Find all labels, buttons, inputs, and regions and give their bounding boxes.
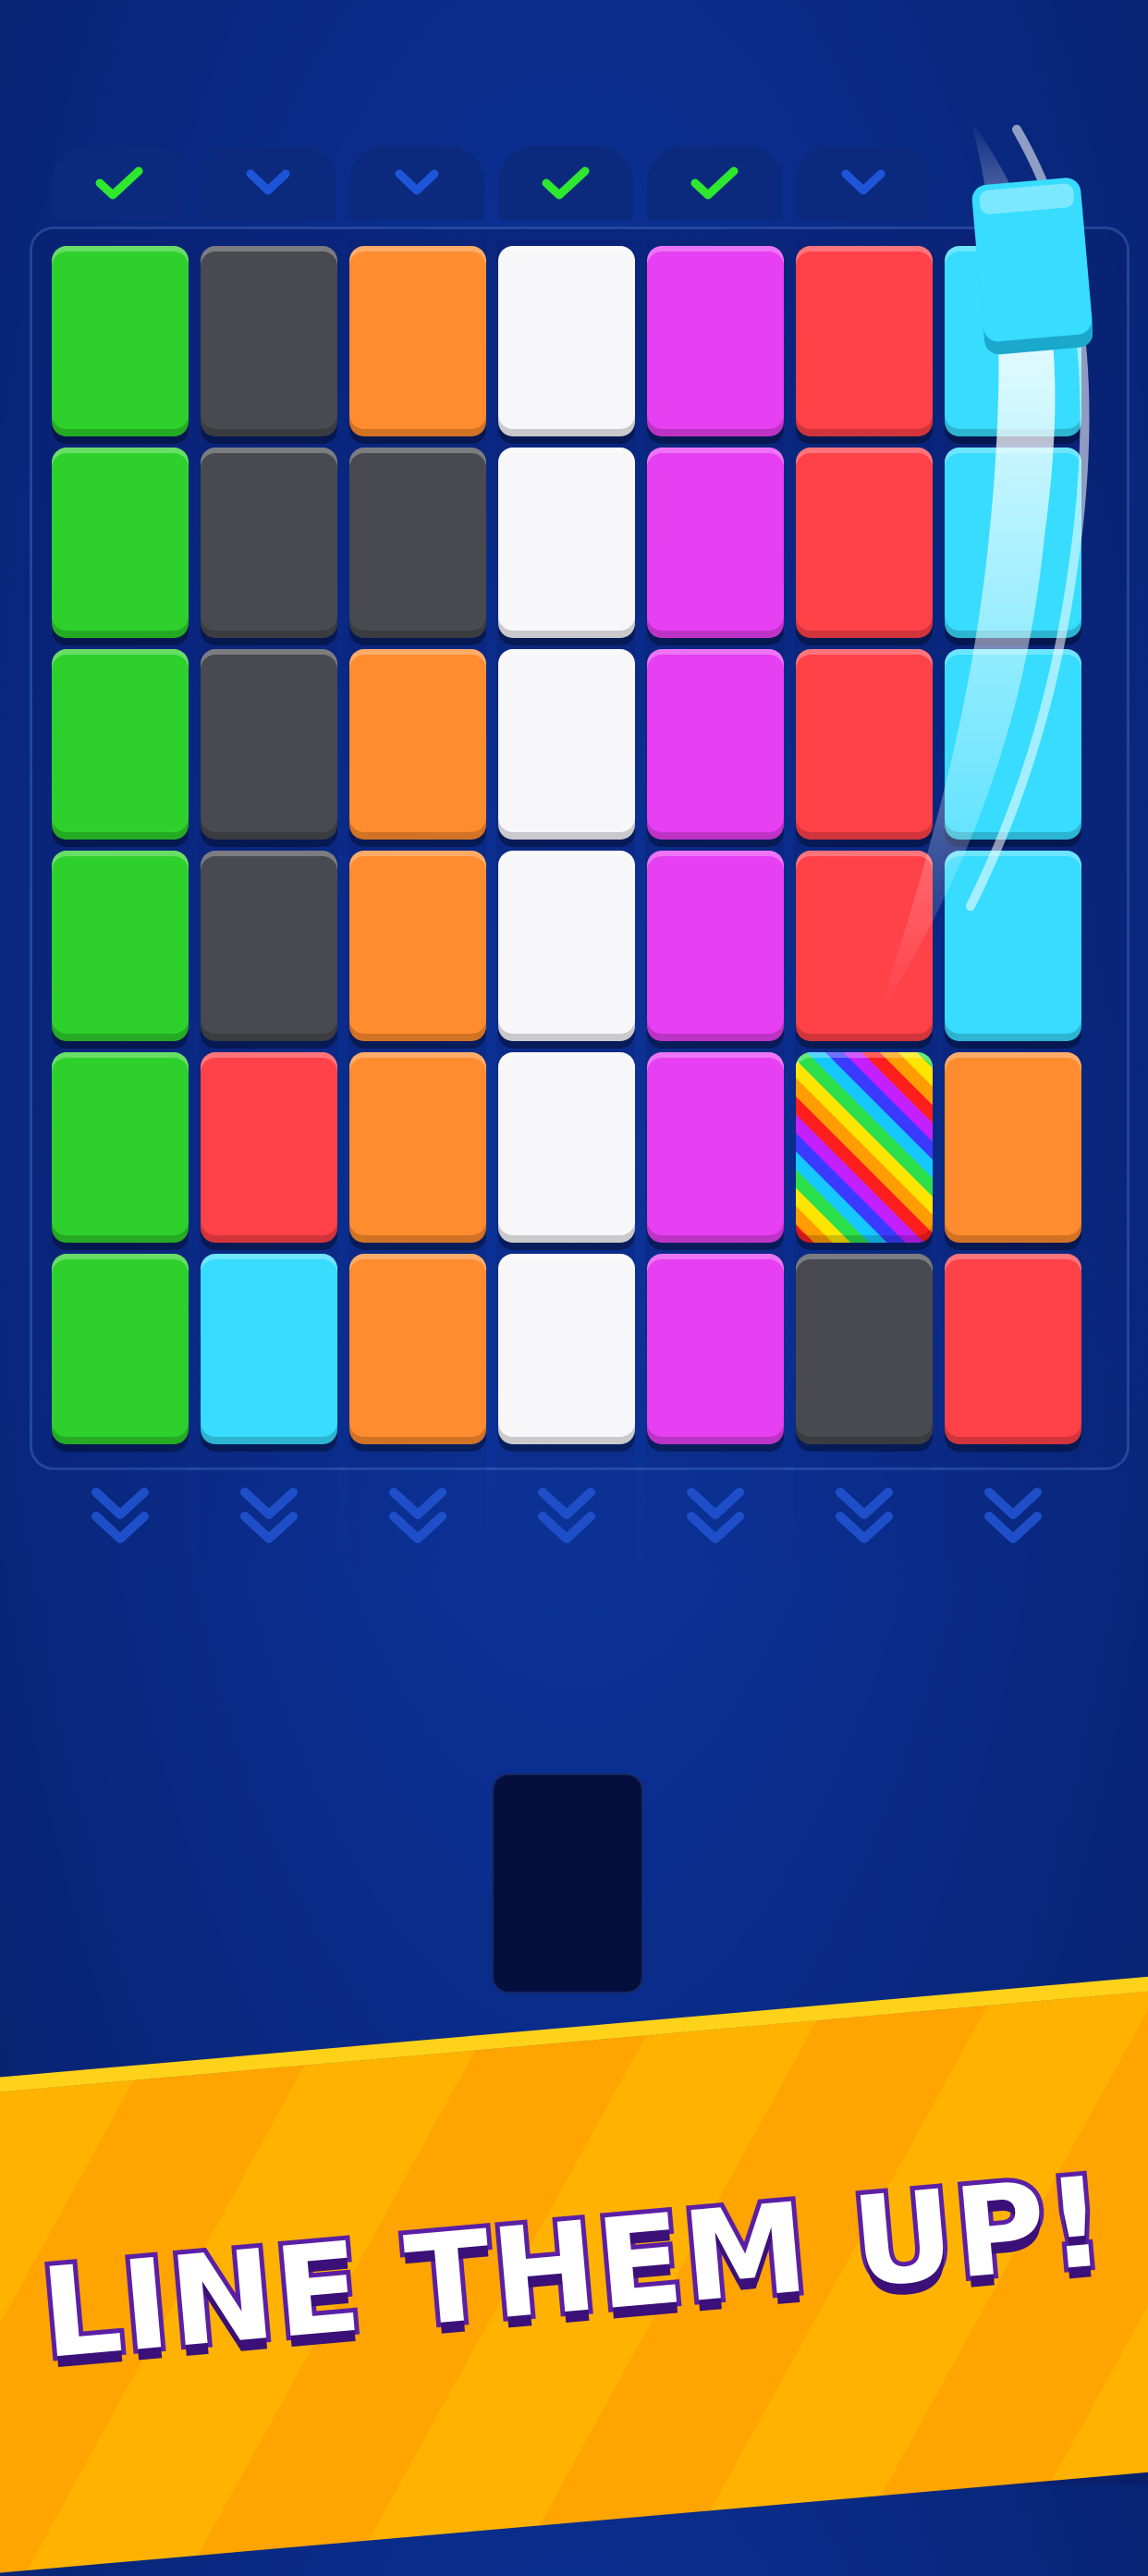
drop-arrows-icon[interactable] [678, 1479, 752, 1553]
tile-r5-c7-orange[interactable] [945, 1052, 1081, 1243]
tile-r1-c3-orange[interactable] [349, 246, 486, 436]
tile-r5-c2-red[interactable] [201, 1052, 337, 1243]
tile-r2-c5-magenta[interactable] [647, 448, 784, 638]
tile-r2-c3-dark[interactable] [349, 448, 486, 638]
moving-tile[interactable] [969, 166, 1093, 362]
drop-slot[interactable] [492, 1773, 643, 1993]
tile-r4-c4-white[interactable] [498, 851, 635, 1041]
column-status-1 [52, 146, 187, 220]
drop-arrows-icon[interactable] [381, 1479, 455, 1553]
tile-r3-c1-green[interactable] [52, 649, 189, 840]
tile-r4-c2-dark[interactable] [201, 851, 337, 1041]
tile-r5-c6-rainbow[interactable] [796, 1052, 933, 1243]
tile-r3-c5-magenta[interactable] [647, 649, 784, 840]
drop-arrows-icon[interactable] [976, 1479, 1050, 1553]
tile-r4-c1-green[interactable] [52, 851, 189, 1041]
chevron-down-icon [246, 169, 290, 195]
check-icon [542, 166, 590, 200]
tile-r6-c3-orange[interactable] [349, 1254, 486, 1444]
tile-r5-c5-magenta[interactable] [647, 1052, 784, 1243]
drop-arrows-icon[interactable] [530, 1479, 604, 1553]
tile-r5-c4-white[interactable] [498, 1052, 635, 1243]
tile-r1-c5-magenta[interactable] [647, 246, 784, 436]
drop-arrows-icon[interactable] [232, 1479, 306, 1553]
column-status-3 [349, 146, 484, 220]
tile-r4-c5-magenta[interactable] [647, 851, 784, 1041]
tile-r5-c3-orange[interactable] [349, 1052, 486, 1243]
tile-r3-c4-white[interactable] [498, 649, 635, 840]
tile-r5-c1-green[interactable] [52, 1052, 189, 1243]
tile-r6-c1-green[interactable] [52, 1254, 189, 1444]
tile-r3-c3-orange[interactable] [349, 649, 486, 840]
tile-r6-c6-dark[interactable] [796, 1254, 933, 1444]
drop-arrows-icon[interactable] [83, 1479, 157, 1553]
drop-arrows-icon[interactable] [827, 1479, 901, 1553]
tile-r4-c3-orange[interactable] [349, 851, 486, 1041]
tile-r1-c1-green[interactable] [52, 246, 189, 436]
tile-r6-c7-red[interactable] [945, 1254, 1081, 1444]
tile-r1-c2-dark[interactable] [201, 246, 337, 436]
tile-r6-c2-cyan[interactable] [201, 1254, 337, 1444]
check-icon [690, 166, 739, 200]
tile-r6-c5-magenta[interactable] [647, 1254, 784, 1444]
tile-r3-c2-dark[interactable] [201, 649, 337, 840]
tile-r1-c4-white[interactable] [498, 246, 635, 436]
chevron-down-icon [395, 169, 439, 195]
tile-r6-c4-white[interactable] [498, 1254, 635, 1444]
tile-r2-c2-dark[interactable] [201, 448, 337, 638]
column-status-4 [498, 146, 633, 220]
column-status-2 [201, 146, 336, 220]
tile-r2-c4-white[interactable] [498, 448, 635, 638]
tile-r2-c1-green[interactable] [52, 448, 189, 638]
column-status-5 [647, 146, 782, 220]
check-icon [95, 166, 143, 200]
